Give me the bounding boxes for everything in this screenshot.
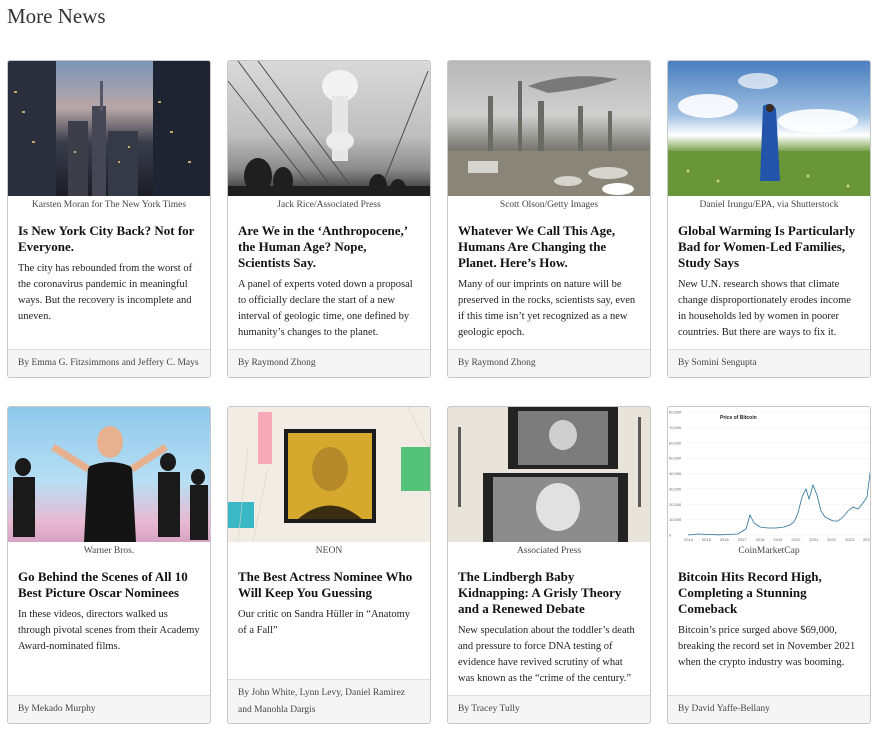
card-byline: By Tracey Tully	[448, 695, 650, 723]
card-body: Are We in the ‘Anthropocene,’ the Human …	[228, 211, 430, 349]
card-body: Is New York City Back? Not for Everyone.…	[8, 211, 210, 349]
card-summary: Many of our imprints on nature will be p…	[458, 279, 636, 338]
card-byline: By John White, Lynn Levy, Daniel Ramirez…	[228, 679, 430, 723]
card-body: Global Warming Is Particularly Bad for W…	[668, 211, 870, 349]
card-image-baby-photos[interactable]	[448, 407, 650, 542]
btc-xtick-label: 2017	[738, 537, 748, 542]
btc-xtick-label: 2022	[827, 537, 837, 542]
btc-ytick-label: 10,000	[669, 517, 682, 522]
card-summary: A panel of experts voted down a proposal…	[238, 279, 413, 338]
card-body: Go Behind the Scenes of All 10 Best Pict…	[8, 557, 210, 695]
image-credit: Associated Press	[516, 546, 582, 556]
card-headline[interactable]: Is New York City Back? Not for Everyone.	[18, 223, 200, 255]
card-summary: The city has rebounded from the worst of…	[18, 263, 193, 322]
card-summary: In these videos, directors walked us thr…	[18, 609, 200, 652]
card-headline[interactable]: Bitcoin Hits Record High, Completing a S…	[678, 569, 860, 617]
news-card[interactable]: Daniel Irungu/EPA, via Shutterstock Glob…	[667, 60, 871, 378]
card-headline[interactable]: Go Behind the Scenes of All 10 Best Pict…	[18, 569, 200, 601]
news-card[interactable]: Associated Press The Lindbergh Baby Kidn…	[447, 406, 651, 724]
image-credit: Karsten Moran for The New York Times	[31, 200, 187, 210]
card-byline: By Raymond Zhong	[228, 349, 430, 377]
image-credit: Jack Rice/Associated Press	[277, 200, 381, 210]
image-credit: NEON	[315, 546, 343, 556]
btc-xtick-label: 2020	[791, 537, 801, 542]
news-card[interactable]: Warner Bros. Go Behind the Scenes of All…	[7, 406, 211, 724]
btc-xtick-label: 2021	[809, 537, 819, 542]
btc-ytick-label: 20,000	[669, 502, 682, 507]
card-summary: Our critic on Sandra Hüller in “Anatomy …	[238, 609, 411, 636]
image-credit: CoinMarketCap	[738, 546, 800, 556]
card-image-woman-in-field[interactable]	[668, 61, 870, 196]
card-summary: New speculation about the toddler’s deat…	[458, 625, 635, 684]
btc-xtick-label: 2014	[684, 537, 694, 542]
card-byline: By Raymond Zhong	[448, 349, 650, 377]
btc-ytick-label: 30,000	[669, 486, 682, 491]
news-card[interactable]: Jack Rice/Associated Press Are We in the…	[227, 60, 431, 378]
card-body: Bitcoin Hits Record High, Completing a S…	[668, 557, 870, 695]
btc-xtick-label: 2024	[863, 537, 870, 542]
btc-ytick-label: 80,000	[669, 410, 682, 415]
card-headline[interactable]: The Best Actress Nominee Who Will Keep Y…	[238, 569, 420, 601]
card-body: The Lindbergh Baby Kidnapping: A Grisly …	[448, 557, 650, 695]
card-headline[interactable]: Are We in the ‘Anthropocene,’ the Human …	[238, 223, 420, 271]
btc-ytick-label: 70,000	[669, 425, 682, 430]
card-body: Whatever We Call This Age, Humans Are Ch…	[448, 211, 650, 349]
btc-chart-title: Price of Bitcoin	[720, 415, 757, 421]
image-credit: Warner Bros.	[83, 546, 135, 556]
card-image-dancers[interactable]	[8, 407, 210, 542]
image-credit: Daniel Irungu/EPA, via Shutterstock	[699, 200, 839, 210]
card-headline[interactable]: Global Warming Is Particularly Bad for W…	[678, 223, 860, 271]
btc-price-line	[687, 471, 870, 536]
btc-xtick-label: 2019	[774, 537, 784, 542]
btc-ytick-label: 0	[669, 533, 672, 538]
card-byline: By David Yaffe-Bellany	[668, 695, 870, 723]
btc-ytick-label: 60,000	[669, 440, 682, 445]
card-image-refinery[interactable]	[448, 61, 650, 196]
card-summary: Bitcoin’s price surged above $69,000, br…	[678, 625, 856, 668]
news-card[interactable]: Karsten Moran for The New York Times Is …	[7, 60, 211, 378]
card-headline[interactable]: Whatever We Call This Age, Humans Are Ch…	[458, 223, 640, 271]
card-byline: By Somini Sengupta	[668, 349, 870, 377]
card-image-bitcoin-chart[interactable]: Price of Bitcoin 80,000 70,000 60,000 50,00…	[668, 407, 870, 542]
btc-ytick-label: 40,000	[669, 471, 682, 476]
image-credit: Scott Olson/Getty Images	[499, 200, 599, 210]
btc-xtick-label: 2023	[845, 537, 855, 542]
card-body: The Best Actress Nominee Who Will Keep Y…	[228, 557, 430, 679]
card-summary: New U.N. research shows that climate cha…	[678, 279, 851, 338]
btc-xtick-label: 2015	[702, 537, 712, 542]
card-image-nyc-skyline[interactable]	[8, 61, 210, 196]
btc-xtick-label: 2018	[756, 537, 766, 542]
news-card[interactable]: Scott Olson/Getty Images Whatever We Cal…	[447, 60, 651, 378]
news-card[interactable]: Price of Bitcoin 80,000 70,000 60,000 50,00…	[667, 406, 871, 724]
btc-ytick-label: 50,000	[669, 456, 682, 461]
card-byline: By Mekado Murphy	[8, 695, 210, 723]
card-headline[interactable]: The Lindbergh Baby Kidnapping: A Grisly …	[458, 569, 640, 617]
news-card[interactable]: NEON The Best Actress Nominee Who Will K…	[227, 406, 431, 724]
btc-xtick-label: 2016	[720, 537, 730, 542]
card-byline: By Emma G. Fitzsimmons and Jeffery C. Ma…	[8, 349, 210, 377]
card-image-mushroom-cloud[interactable]	[228, 61, 430, 196]
section-title: More News	[7, 4, 106, 28]
news-grid: Karsten Moran for The New York Times Is …	[7, 60, 871, 724]
card-image-portrait-collage[interactable]	[228, 407, 430, 542]
